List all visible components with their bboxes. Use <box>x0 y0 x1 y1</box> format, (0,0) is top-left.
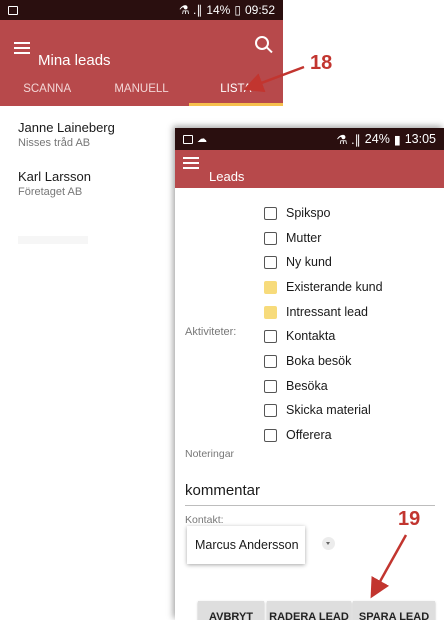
arrow-19 <box>370 534 408 599</box>
arrow-18 <box>243 65 305 93</box>
step-number-18: 18 <box>310 52 333 74</box>
step-number-19: 19 <box>398 508 421 530</box>
annotation-arrows <box>243 65 408 599</box>
